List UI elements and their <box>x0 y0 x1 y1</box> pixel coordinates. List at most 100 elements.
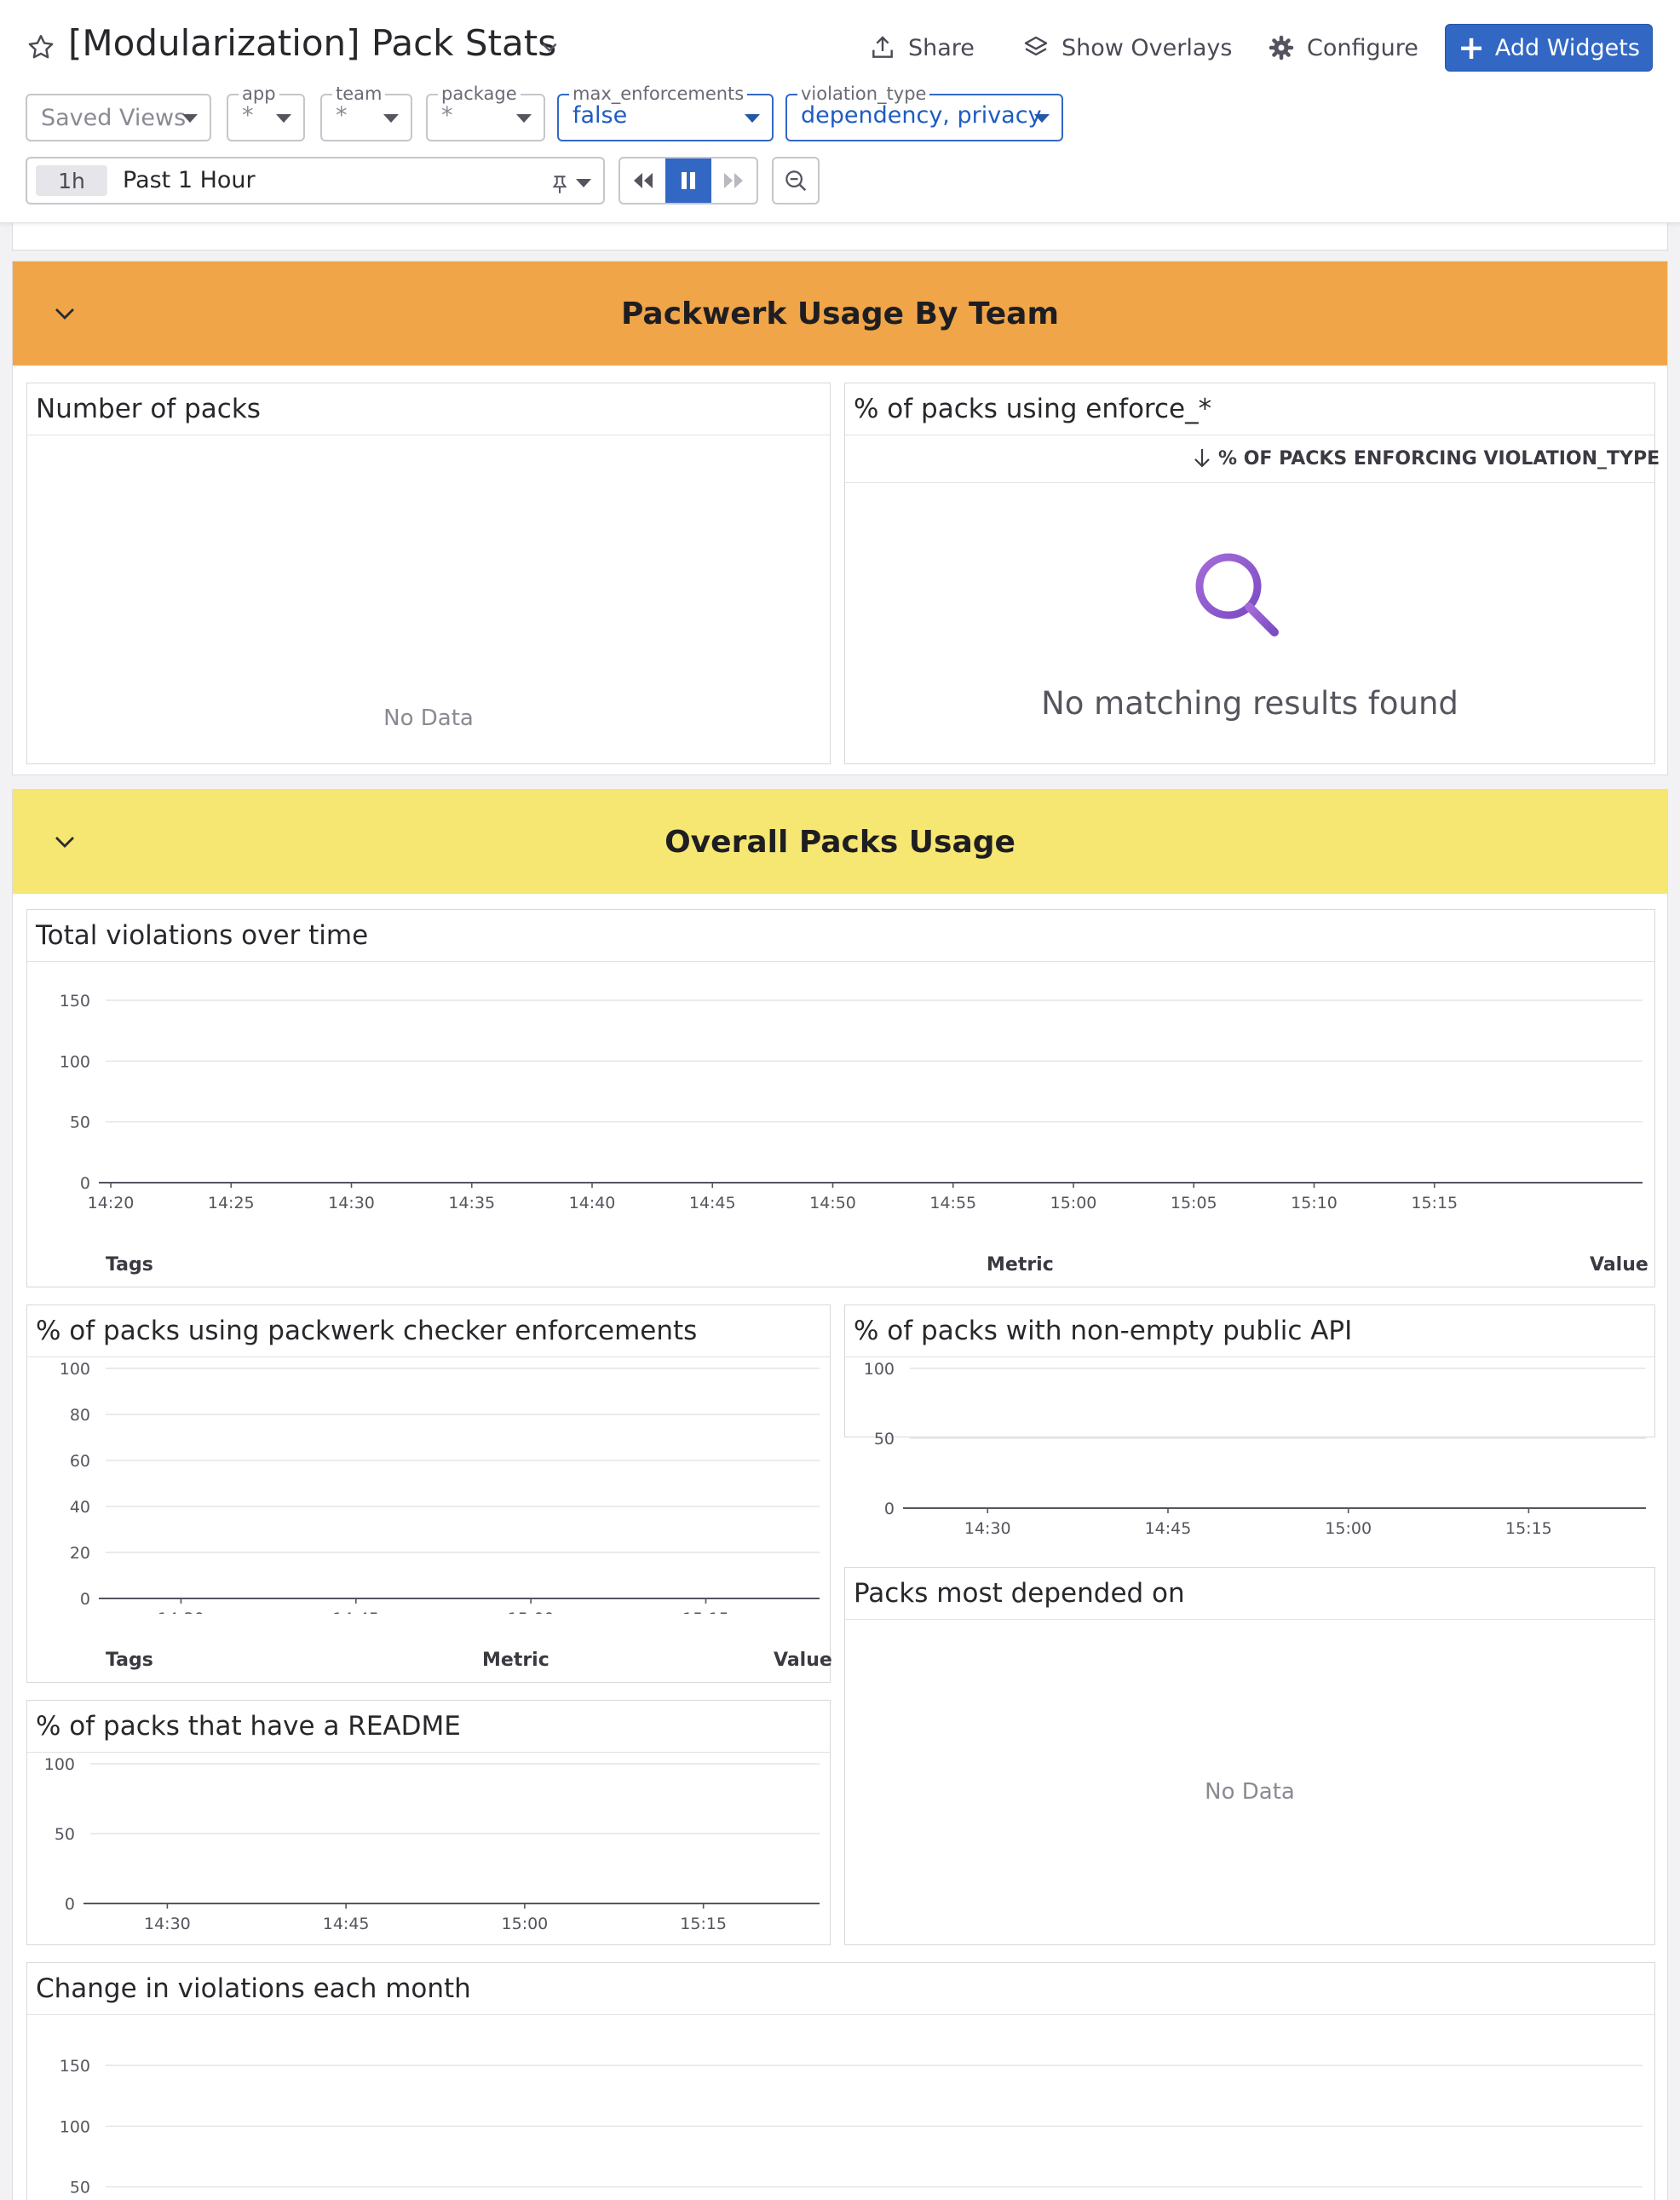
add-widgets-label: Add Widgets <box>1494 34 1640 61</box>
divider <box>845 482 1654 483</box>
timeseries-chart[interactable]: 0 50 100 14:30 14:45 15:00 15:15 <box>845 1358 1656 1546</box>
y-tick-label: 100 <box>60 2117 90 2136</box>
timeseries-chart[interactable]: 0 20 40 60 80 100 14:30 14:45 15:00 15:15 <box>27 1358 831 1614</box>
time-range-value: Past 1 Hour <box>123 167 256 193</box>
share-label: Share <box>908 34 975 61</box>
x-tick-label: 14:30 <box>144 1915 191 1933</box>
violation-type-variable-select[interactable]: violation_type dependency, privacy <box>785 84 1063 141</box>
team-variable-select[interactable]: team * <box>320 84 412 141</box>
rewind-button[interactable] <box>620 158 665 203</box>
y-tick-label: 100 <box>864 1360 895 1379</box>
gear-icon <box>1269 35 1294 60</box>
configure-button[interactable]: Configure <box>1268 27 1418 68</box>
show-overlays-button[interactable]: Show Overlays <box>1022 27 1232 68</box>
y-tick-label: 100 <box>60 1360 90 1379</box>
time-range-chip: 1h <box>36 165 107 196</box>
y-tick-label: 150 <box>60 992 90 1011</box>
variable-label: app <box>239 84 279 104</box>
pin-icon[interactable] <box>549 174 571 196</box>
widget-title: Number of packs <box>36 394 261 424</box>
variable-value: dependency, privacy <box>801 102 1042 129</box>
widget-title: Change in violations each month <box>36 1973 471 2004</box>
y-tick-label: 40 <box>70 1498 90 1517</box>
variable-label: team <box>332 84 386 104</box>
fast-forward-button[interactable] <box>711 158 757 203</box>
legend-value-header: Value <box>774 1650 832 1671</box>
widget-total-violations[interactable]: Total violations over time 0 50 100 150 14:2… <box>26 909 1655 1287</box>
y-tick-label: 50 <box>874 1430 895 1448</box>
widget-packs-with-readme[interactable]: % of packs that have a README 0 50 100 14:3… <box>26 1700 831 1945</box>
x-tick-label: 14:30 <box>158 1610 204 1614</box>
x-tick-label: 14:45 <box>1145 1519 1192 1538</box>
chevron-down-icon[interactable] <box>50 829 79 855</box>
variable-value: * <box>441 102 453 129</box>
x-tick-label: 15:00 <box>1050 1194 1097 1212</box>
x-tick-label: 14:40 <box>569 1194 616 1212</box>
widget-non-empty-public-api[interactable]: % of packs with non-empty public API 0 50… <box>844 1304 1655 1538</box>
widget-title: Packs most depended on <box>854 1578 1185 1609</box>
y-tick-label: 20 <box>70 1544 90 1563</box>
timeseries-chart[interactable]: 0 50 100 14:30 14:45 15:00 15:15 <box>27 1754 831 1946</box>
zoom-out-icon <box>785 170 807 192</box>
x-tick-label: 14:30 <box>328 1194 375 1212</box>
widget-title: % of packs that have a README <box>36 1711 461 1742</box>
time-range-selector[interactable]: 1h Past 1 Hour <box>26 157 605 204</box>
divider <box>27 961 1654 962</box>
group-title: Packwerk Usage By Team <box>620 296 1059 331</box>
pause-button[interactable] <box>665 158 711 203</box>
playback-controls <box>618 157 758 204</box>
saved-views-select[interactable]: Saved Views <box>26 94 211 141</box>
pause-icon <box>681 172 695 189</box>
no-data-label: No Data <box>383 705 474 731</box>
y-tick-label: 0 <box>80 1590 90 1609</box>
chevron-down-icon[interactable] <box>538 36 561 58</box>
widget-packwerk-checker-enforcements[interactable]: % of packs using packwerk checker enforc… <box>26 1304 832 1683</box>
timeseries-chart[interactable]: 0 50 100 150 14:20 14:25 14:30 14:35 14:40 14:45 1… <box>27 963 1656 1218</box>
legend-tags-header: Tags <box>106 1650 153 1671</box>
caret-down-icon[interactable] <box>576 179 591 187</box>
divider <box>27 1356 830 1357</box>
x-tick-label: 15:00 <box>508 1610 555 1614</box>
x-tick-label: 15:10 <box>1291 1194 1338 1212</box>
timeseries-chart[interactable]: 50 100 150 <box>27 2016 1656 2200</box>
x-tick-label: 15:15 <box>682 1610 729 1614</box>
dashboard-title[interactable]: [Modularization] Pack Stats <box>68 22 556 64</box>
package-variable-select[interactable]: package * <box>426 84 545 141</box>
column-header-sort[interactable]: % OF PACKS ENFORCING VIOLATION_TYPE <box>1218 448 1660 469</box>
app-variable-select[interactable]: app * <box>227 84 305 141</box>
widget-packs-using-enforce[interactable]: % of packs using enforce_* % OF PACKS EN… <box>844 383 1660 764</box>
widget-change-in-violations-monthly[interactable]: Change in violations each month 50 100 150 <box>26 1962 1655 2200</box>
legend-metric-header: Metric <box>482 1650 549 1671</box>
star-icon[interactable] <box>26 32 56 63</box>
group-header[interactable]: Packwerk Usage By Team <box>13 262 1667 366</box>
zoom-out-button[interactable] <box>772 157 820 204</box>
legend-metric-header: Metric <box>987 1254 1054 1276</box>
plus-icon: + <box>1458 29 1485 66</box>
max-enforcements-variable-select[interactable]: max_enforcements false <box>557 84 774 141</box>
widget-title: Total violations over time <box>36 920 369 951</box>
widget-number-of-packs[interactable]: Number of packs No Data <box>26 383 831 764</box>
x-tick-label: 14:45 <box>323 1915 370 1933</box>
y-tick-label: 100 <box>60 1052 90 1071</box>
share-icon <box>872 36 893 58</box>
x-tick-label: 15:05 <box>1171 1194 1217 1212</box>
x-tick-label: 15:15 <box>1505 1519 1552 1538</box>
x-tick-label: 14:45 <box>332 1610 379 1614</box>
widget-title: % of packs with non-empty public API <box>854 1316 1353 1346</box>
x-tick-label: 14:55 <box>929 1194 976 1212</box>
variable-value: false <box>572 102 628 129</box>
arrow-down-icon[interactable] <box>1193 446 1211 470</box>
share-button[interactable]: Share <box>869 27 975 68</box>
caret-down-icon <box>745 114 760 123</box>
chevron-down-icon[interactable] <box>50 301 79 326</box>
search-icon <box>1195 553 1279 636</box>
group-header[interactable]: Overall Packs Usage <box>13 790 1667 894</box>
y-tick-label: 0 <box>65 1895 75 1914</box>
saved-views-label: Saved Views <box>41 104 187 131</box>
widget-packs-most-depended-on[interactable]: Packs most depended on No Data <box>844 1567 1655 1945</box>
x-tick-label: 15:00 <box>502 1915 549 1933</box>
no-data-label: No Data <box>1205 1779 1295 1805</box>
x-tick-label: 14:25 <box>208 1194 255 1212</box>
x-tick-label: 14:45 <box>689 1194 736 1212</box>
add-widgets-button[interactable]: + Add Widgets <box>1445 24 1653 72</box>
